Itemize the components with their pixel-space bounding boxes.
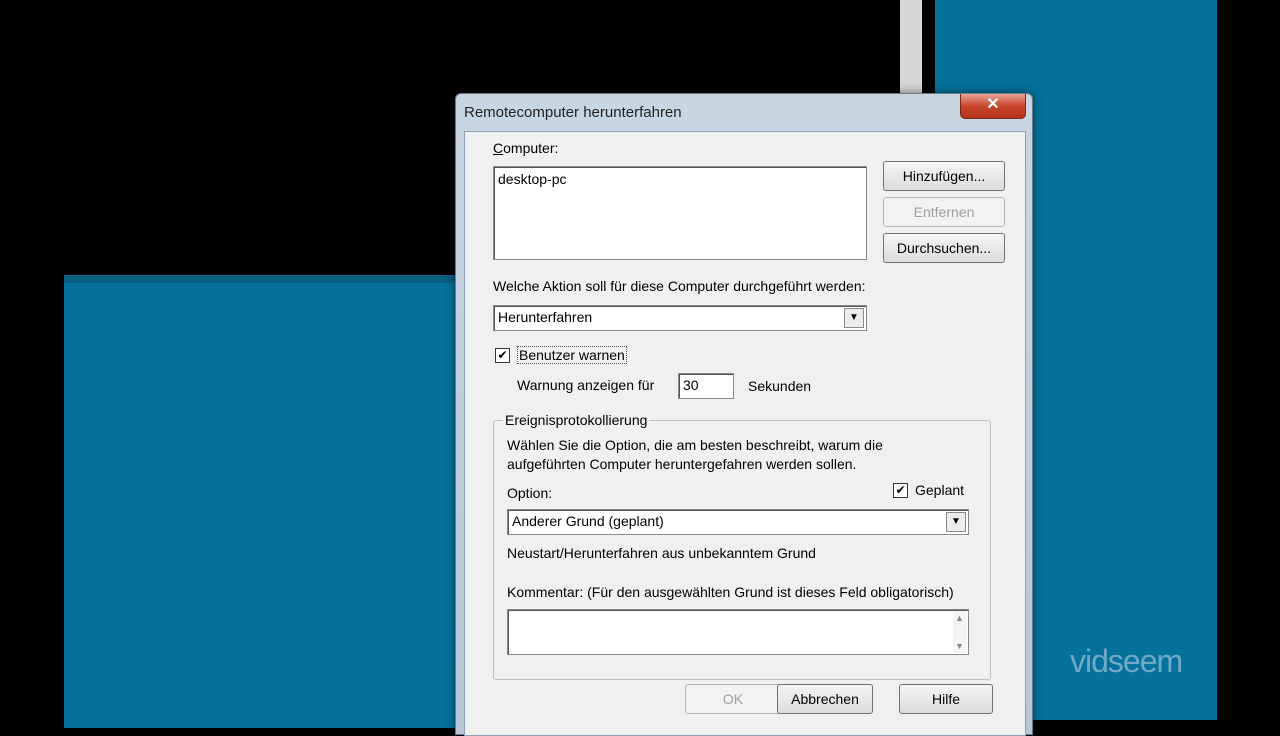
title-bar[interactable]: Remotecomputer herunterfahren ✕ — [456, 94, 1032, 130]
dropdown-arrow-icon: ▼ — [844, 308, 864, 328]
option-dropdown[interactable]: Anderer Grund (geplant) ▼ — [507, 509, 969, 535]
event-log-title: Ereignisprotokollierung — [503, 412, 650, 428]
dialog-client-area: Computer: desktop-pc Hinzufügen... Entfe… — [464, 131, 1026, 736]
warn-users-checkbox[interactable]: ✔ — [495, 348, 510, 363]
help-button[interactable]: Hilfe — [899, 684, 993, 714]
remove-button[interactable]: Entfernen — [883, 197, 1005, 227]
warn-users-label: Benutzer warnen — [517, 346, 627, 364]
add-button[interactable]: Hinzufügen... — [883, 161, 1005, 191]
event-log-description-2: aufgeführten Computer heruntergefahren w… — [507, 456, 857, 472]
computer-list[interactable]: desktop-pc — [493, 166, 867, 260]
window-title: Remotecomputer herunterfahren — [464, 104, 682, 121]
watermark-logo: vidseem — [1070, 643, 1183, 679]
background-window-edge — [900, 0, 922, 100]
dropdown-arrow-icon: ▼ — [946, 512, 966, 532]
close-icon: ✕ — [986, 96, 1000, 113]
comment-scrollbar[interactable]: ▲ ▼ — [953, 611, 967, 653]
option-selected: Anderer Grund (geplant) — [512, 513, 664, 529]
desktop-background-black-right — [1217, 0, 1280, 720]
browse-button[interactable]: Durchsuchen... — [883, 233, 1005, 263]
close-button[interactable]: ✕ — [960, 94, 1026, 119]
desktop-background-blue-left — [64, 275, 464, 728]
warning-duration-label: Warnung anzeigen für — [517, 377, 655, 393]
action-label: Welche Aktion soll für diese Computer du… — [493, 278, 866, 294]
planned-label: Geplant — [915, 482, 965, 498]
planned-checkbox[interactable]: ✔ — [893, 483, 908, 498]
warning-seconds-input[interactable]: 30 — [678, 373, 734, 399]
option-description: Neustart/Herunterfahren aus unbekanntem … — [507, 545, 816, 561]
scroll-up-icon[interactable]: ▲ — [955, 613, 964, 623]
seconds-label: Sekunden — [748, 378, 812, 394]
scroll-down-icon[interactable]: ▼ — [955, 641, 964, 651]
action-selected: Herunterfahren — [498, 309, 593, 325]
comment-textarea[interactable]: ▲ ▼ — [507, 609, 969, 655]
computer-label: Computer: — [493, 140, 559, 156]
option-label: Option: — [507, 485, 553, 501]
ok-button[interactable]: OK — [685, 684, 781, 714]
cancel-button[interactable]: Abbrechen — [777, 684, 873, 714]
list-item[interactable]: desktop-pc — [498, 171, 566, 187]
event-log-description-1: Wählen Sie die Option, die am besten bes… — [507, 437, 883, 453]
action-dropdown[interactable]: Herunterfahren ▼ — [493, 305, 867, 331]
shutdown-dialog: Remotecomputer herunterfahren ✕ Computer… — [455, 93, 1033, 736]
comment-label: Kommentar: (Für den ausgewählten Grund i… — [507, 584, 954, 600]
